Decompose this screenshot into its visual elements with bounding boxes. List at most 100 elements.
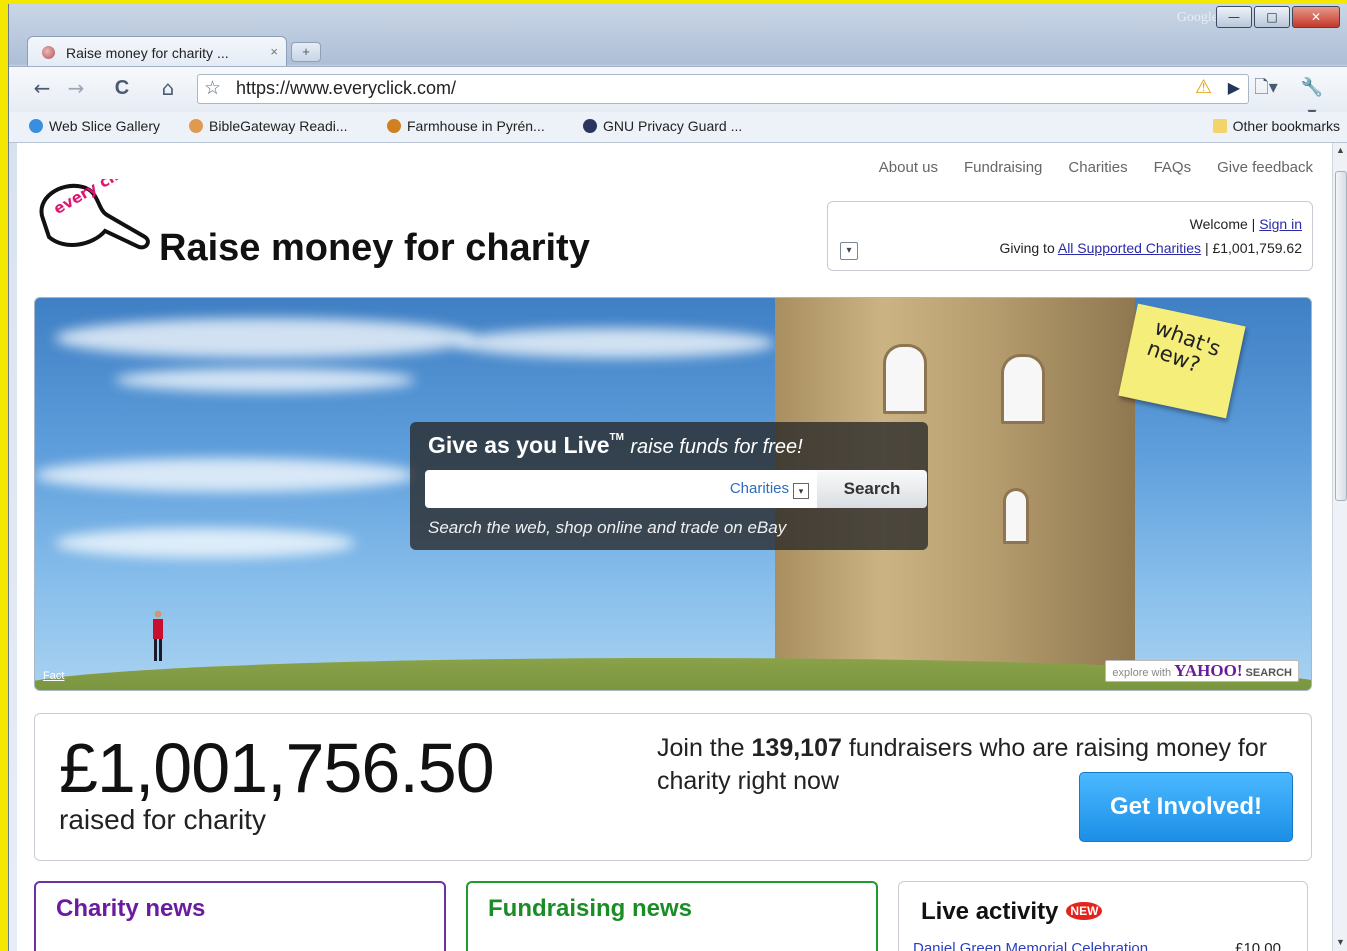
sun-icon — [387, 119, 401, 133]
bookmark-item[interactable]: Web Slice Gallery — [29, 118, 160, 134]
window-controls: — □ ✕ — [1214, 6, 1340, 28]
charity-news-panel: Charity news — [34, 881, 446, 951]
sign-in-link[interactable]: Sign in — [1259, 216, 1302, 232]
search-panel-title: Give as you LiveTM raise funds for free! — [428, 432, 803, 459]
maximize-button[interactable]: □ — [1254, 6, 1290, 28]
nav-give-feedback[interactable]: Give feedback — [1217, 159, 1313, 176]
whats-new-text: what's new? — [1143, 315, 1224, 378]
live-activity-label: Live activity — [921, 898, 1059, 925]
amount-raised: £1,001,756.50 — [59, 729, 495, 807]
tab-close-icon[interactable]: × — [270, 44, 278, 59]
search-field[interactable]: Charities ▾ — [425, 470, 817, 508]
browser-window: Google — □ ✕ Raise money for charity ...… — [8, 4, 1347, 951]
scroll-thumb[interactable] — [1335, 171, 1347, 501]
vertical-scrollbar[interactable]: ▲ ▼ — [1332, 143, 1347, 951]
page-title: Raise money for charity — [159, 227, 590, 269]
warning-icon[interactable]: ⚠ — [1195, 76, 1212, 98]
folder-icon — [1212, 119, 1227, 133]
search-input[interactable] — [433, 478, 707, 502]
welcome-text: Welcome | — [1189, 216, 1256, 232]
welcome-line: Welcome | Sign in — [1190, 216, 1302, 232]
new-tab-button[interactable]: + — [291, 42, 321, 62]
join-prefix: Join the — [657, 734, 745, 762]
other-bookmarks[interactable]: Other bookmarks — [1212, 118, 1340, 134]
title-bar: Google — □ ✕ — [9, 4, 1347, 38]
scroll-up-arrow-icon[interactable]: ▲ — [1336, 145, 1345, 155]
bookmark-item[interactable]: GNU Privacy Guard ... — [583, 118, 742, 134]
bookmarks-bar: Web Slice Gallery BibleGateway Readi... … — [9, 112, 1347, 143]
chevron-down-icon[interactable]: ▾ — [840, 242, 858, 260]
browser-tab[interactable]: Raise money for charity ... × — [27, 36, 287, 67]
minimize-button[interactable]: — — [1216, 6, 1252, 28]
url-input[interactable] — [236, 78, 1036, 98]
fundraising-news-panel: Fundraising news — [466, 881, 878, 951]
nav-faqs[interactable]: FAQs — [1154, 159, 1192, 176]
bookmark-label: GNU Privacy Guard ... — [603, 118, 743, 134]
cloud — [35, 458, 415, 492]
tab-title: Raise money for charity ... — [66, 45, 229, 61]
cloud — [55, 318, 475, 358]
bookmark-star-icon[interactable]: ☆ — [204, 77, 221, 99]
yahoo-prefix: explore with — [1112, 667, 1172, 679]
yahoo-search-badge[interactable]: explore with YAHOO! SEARCH — [1105, 660, 1299, 682]
search-category-select[interactable]: Charities ▾ — [730, 480, 809, 499]
search-subtext: Search the web, shop online and trade on… — [428, 518, 787, 537]
search-tagline: raise funds for free! — [630, 436, 803, 458]
get-involved-button[interactable]: Get Involved! — [1079, 772, 1293, 842]
page-menu-icon[interactable]: 🗋▾ — [1253, 75, 1279, 101]
hero-banner: what's new? Give as you LiveTM raise fun… — [34, 297, 1312, 691]
page-content: About us Fundraising Charities FAQs Give… — [17, 143, 1333, 951]
bookmark-item[interactable]: BibleGateway Readi... — [189, 118, 348, 134]
reload-button[interactable]: C — [109, 75, 135, 101]
nav-about-us[interactable]: About us — [879, 159, 938, 176]
yahoo-suffix: SEARCH — [1245, 667, 1292, 679]
biblegateway-icon — [189, 119, 203, 133]
search-button[interactable]: Search — [817, 470, 927, 508]
giving-total: | £1,001,759.62 — [1204, 240, 1302, 256]
amount-raised-label: raised for charity — [59, 804, 266, 835]
tower-window — [1001, 354, 1045, 424]
new-badge-icon: NEW — [1066, 902, 1103, 920]
nav-charities[interactable]: Charities — [1068, 159, 1127, 176]
scroll-down-arrow-icon[interactable]: ▼ — [1336, 937, 1345, 947]
tab-favicon-icon — [42, 46, 55, 59]
whats-new-note[interactable]: what's new? — [1118, 303, 1246, 419]
everyclick-logo[interactable]: every click — [35, 179, 153, 259]
tower-window — [1003, 488, 1029, 544]
close-window-button[interactable]: ✕ — [1292, 6, 1340, 28]
nav-fundraising[interactable]: Fundraising — [964, 159, 1042, 176]
tower-window — [883, 344, 927, 414]
go-arrow-icon[interactable]: ▶ — [1228, 78, 1240, 97]
browser-toolbar: ← → C ⌂ ☆ ⚠ ▶ 🗋▾ 🔧▾ — [9, 66, 1347, 124]
activity-row: Daniel Green Memorial Celebration £10.00 — [913, 940, 1293, 951]
bookmark-item[interactable]: Farmhouse in Pyrén... — [387, 118, 545, 134]
activity-link[interactable]: Daniel Green Memorial Celebration — [913, 940, 1148, 951]
gnupg-icon — [583, 119, 597, 133]
trademark: TM — [609, 432, 624, 443]
bookmark-label: Web Slice Gallery — [49, 118, 161, 134]
chevron-down-icon[interactable]: ▾ — [793, 483, 809, 499]
fact-link[interactable]: Fact — [43, 670, 64, 682]
live-activity-panel: Live activity NEW Daniel Green Memorial C… — [898, 881, 1308, 951]
wrench-menu-icon[interactable]: 🔧▾ — [1299, 75, 1325, 124]
stats-panel: £1,001,756.50 raised for charity Join th… — [34, 713, 1312, 861]
supported-charities-link[interactable]: All Supported Charities — [1058, 240, 1201, 256]
person-figure — [153, 610, 163, 661]
search-category-label: Charities — [729, 480, 789, 497]
charity-news-heading: Charity news — [56, 895, 206, 922]
fundraiser-count: 139,107 — [751, 734, 842, 762]
home-button[interactable]: ⌂ — [155, 75, 181, 101]
giving-line: Giving to All Supported Charities | £1,0… — [999, 240, 1302, 256]
address-bar[interactable]: ☆ ⚠ ▶ — [197, 74, 1249, 104]
live-activity-heading: Live activity NEW — [921, 898, 1103, 926]
give-as-you-live-label: Give as you Live — [428, 432, 610, 458]
title-search-label: Google — [1176, 10, 1218, 25]
forward-button[interactable]: → — [63, 75, 89, 101]
account-box: ▾ Welcome | Sign in Giving to All Suppor… — [827, 201, 1313, 271]
activity-amount: £10.00 — [1235, 940, 1281, 951]
fundraising-news-heading: Fundraising news — [488, 895, 693, 922]
search-panel: Give as you LiveTM raise funds for free!… — [410, 422, 928, 550]
yahoo-logo: YAHOO! — [1174, 661, 1243, 680]
back-button[interactable]: ← — [29, 75, 55, 101]
cloud — [115, 368, 415, 392]
